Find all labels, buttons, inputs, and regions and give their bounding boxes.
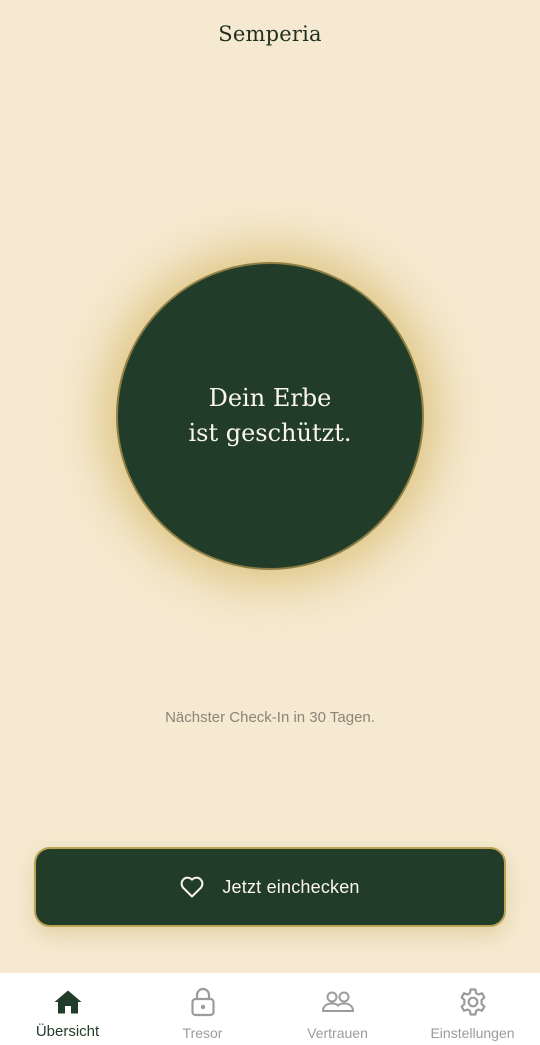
people-icon [321,987,355,1017]
status-text-line-2: ist geschützt. [188,419,352,447]
nav-label-vertrauen: Vertrauen [307,1025,368,1041]
checkin-button-label: Jetzt einchecken [222,876,360,897]
nav-label-einstellungen: Einstellungen [430,1025,515,1041]
home-icon [53,987,83,1017]
next-checkin-text: Nächster Check-In in 30 Tagen. [165,709,375,726]
heart-icon [180,876,204,898]
nav-item-tresor[interactable]: Tresor [135,973,270,1045]
nav-label-tresor: Tresor [182,1025,223,1041]
lock-icon [190,987,216,1017]
bottom-navigation: Übersicht Tresor Vertrauen Einstellungen [0,973,540,1045]
status-circle: Dein Erbe ist geschützt. [116,262,424,570]
nav-label-uebersicht: Übersicht [35,1023,100,1040]
nav-item-uebersicht[interactable]: Übersicht [0,973,135,1045]
nav-item-vertrauen[interactable]: Vertrauen [270,973,405,1045]
gear-icon [458,987,488,1017]
status-text-line-1: Dein Erbe [208,384,332,412]
checkin-button[interactable]: Jetzt einchecken [34,847,506,927]
app-title: Semperia [218,22,322,46]
nav-item-einstellungen[interactable]: Einstellungen [405,973,540,1045]
